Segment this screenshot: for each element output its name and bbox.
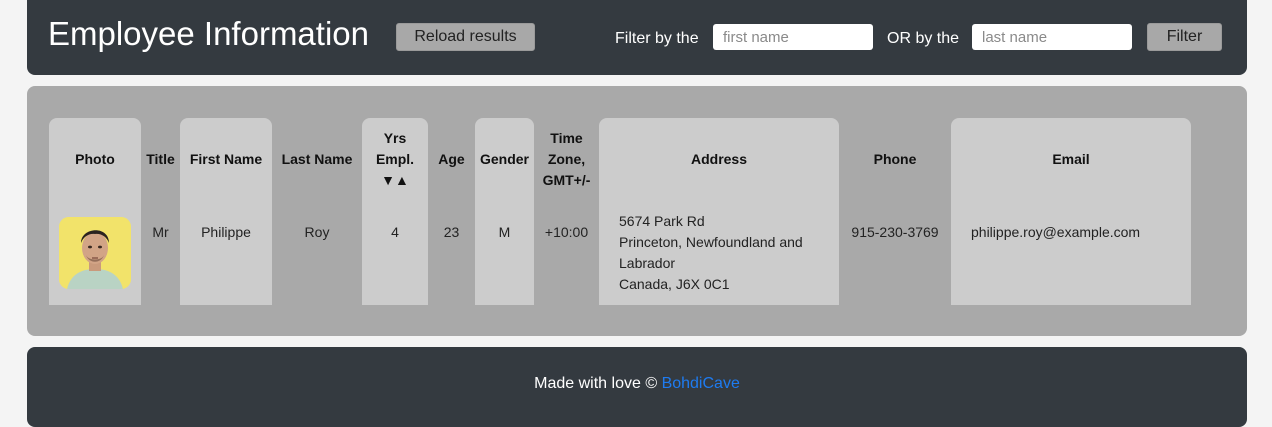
- column-header-address: Address: [690, 151, 748, 167]
- sort-arrows-icon[interactable]: ▼▲: [362, 170, 428, 191]
- address-line: Canada, J6X 0C1: [619, 276, 730, 292]
- address-line: Princeton, Newfoundland and: [619, 234, 803, 250]
- cell-first-name: Philippe: [201, 224, 251, 240]
- column-header-phone: Phone: [873, 151, 917, 167]
- address-line: Labrador: [619, 255, 676, 271]
- filter-last-name-label: OR by the: [887, 30, 960, 47]
- column-header-email: Email: [1052, 151, 1090, 167]
- first-name-column-bg: [180, 118, 272, 305]
- portrait-icon: [59, 217, 131, 289]
- column-header-gender: Gender: [479, 151, 529, 167]
- page-title: Employee Information: [48, 15, 369, 52]
- column-header-first-name: First Name: [189, 151, 263, 167]
- column-header-time-zone: Time Zone, GMT+/-: [534, 128, 599, 191]
- footer-text: Made with love © BohdiCave: [27, 374, 1247, 394]
- first-name-input[interactable]: [713, 24, 873, 50]
- time-zone-header-line-2: Zone,: [547, 151, 586, 167]
- reload-results-button[interactable]: Reload results: [396, 23, 535, 51]
- years-header-line-1: Yrs: [383, 130, 407, 146]
- gender-column-bg: [475, 118, 534, 305]
- last-name-input[interactable]: [972, 24, 1132, 50]
- column-header-years-employed[interactable]: Yrs Empl. ▼▲: [362, 128, 428, 191]
- years-header-line-2: Empl.: [375, 151, 415, 167]
- employee-photo: [59, 217, 131, 289]
- cell-age: 23: [443, 224, 460, 240]
- cell-gender: M: [498, 224, 511, 240]
- time-zone-header-line-1: Time: [550, 130, 583, 146]
- cell-years-employed: 4: [391, 224, 399, 240]
- cell-title: Mr: [152, 224, 169, 240]
- column-header-age: Age: [438, 151, 465, 167]
- cell-time-zone: +10:00: [544, 224, 589, 240]
- footer-credit: Made with love ©: [534, 375, 658, 392]
- filter-first-name-label: Filter by the: [615, 30, 699, 47]
- filter-button[interactable]: Filter: [1147, 23, 1222, 51]
- employee-table: Photo Title First Name Last Name Yrs Emp…: [27, 86, 1247, 336]
- cell-address: 5674 Park Rd Princeton, Newfoundland and…: [619, 211, 819, 295]
- column-header-photo: Photo: [75, 151, 115, 167]
- address-line: 5674 Park Rd: [619, 213, 705, 229]
- footer-bar: Made with love © BohdiCave: [27, 347, 1247, 427]
- time-zone-header-line-3: GMT+/-: [542, 172, 591, 188]
- cell-last-name: Roy: [304, 224, 330, 240]
- column-header-title: Title: [146, 151, 175, 167]
- column-header-last-name: Last Name: [281, 151, 353, 167]
- header-bar: Employee Information Reload results Filt…: [27, 0, 1247, 75]
- cell-email: philippe.roy@example.com: [971, 224, 1141, 240]
- cell-phone: 915-230-3769: [851, 224, 939, 240]
- email-column-bg: [951, 118, 1191, 305]
- bohdicave-link[interactable]: BohdiCave: [662, 375, 740, 392]
